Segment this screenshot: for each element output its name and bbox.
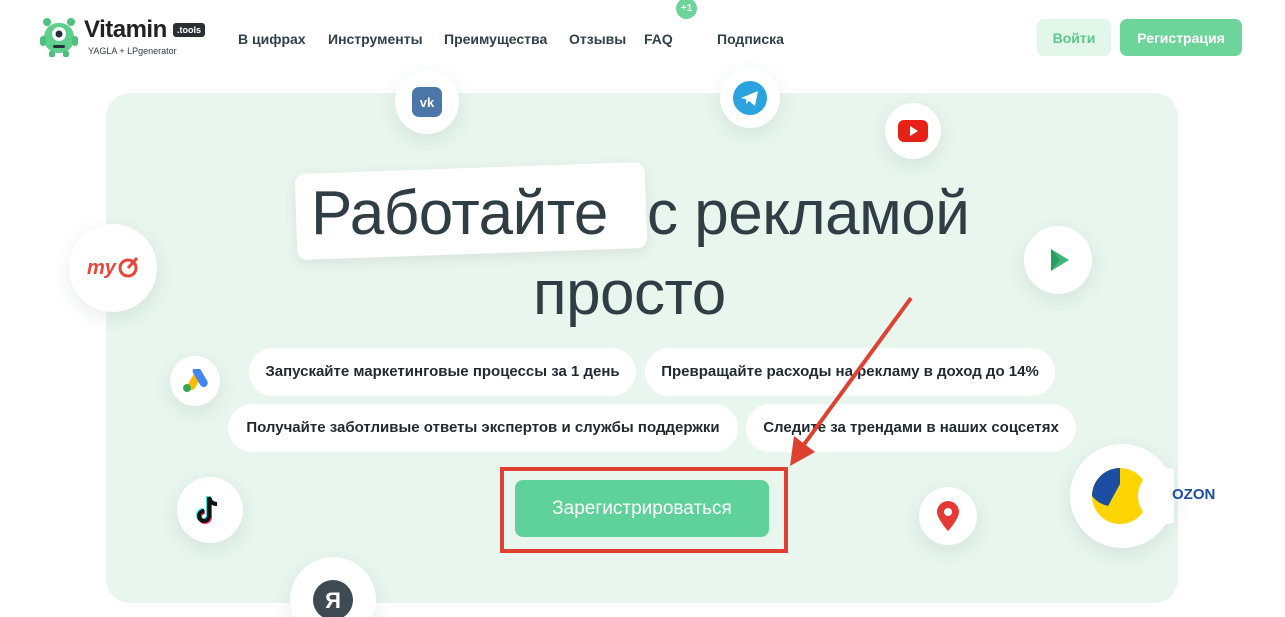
- mascot-icon: [40, 18, 78, 57]
- ozon-bubble[interactable]: OZON: [1070, 444, 1215, 548]
- ozon-icon: [1092, 468, 1174, 524]
- annotation-highlight-box: [500, 467, 788, 553]
- headline-rest: с рекламой: [647, 179, 970, 248]
- youtube-bubble[interactable]: [885, 103, 941, 159]
- maps-bubble[interactable]: [919, 487, 977, 545]
- nav-item-advantages[interactable]: Преимущества: [444, 31, 547, 47]
- headline-highlight: Работайте: [311, 179, 608, 248]
- nav-item-subscription[interactable]: Подписка: [717, 31, 784, 47]
- page: Vitamin .tools YAGLA + LPgenerator В циф…: [0, 0, 1285, 617]
- telegram-icon: [733, 81, 767, 115]
- nav-item-numbers[interactable]: В цифрах: [238, 31, 306, 47]
- logo-subtitle: YAGLA + LPgenerator: [88, 46, 177, 56]
- faq-badge: +1: [676, 0, 697, 19]
- svg-text:my: my: [87, 257, 117, 279]
- logo[interactable]: Vitamin .tools YAGLA + LPgenerator: [40, 14, 210, 60]
- vk-icon: vk: [412, 87, 442, 117]
- nav-item-tools[interactable]: Инструменты: [328, 31, 423, 47]
- logo-badge: .tools: [173, 23, 205, 37]
- nav-item-faq[interactable]: FAQ: [644, 31, 673, 47]
- vk-bubble[interactable]: vk: [395, 70, 459, 134]
- login-button[interactable]: Войти: [1037, 19, 1111, 56]
- telegram-bubble[interactable]: [720, 68, 780, 128]
- youtube-icon: [898, 120, 928, 142]
- register-button[interactable]: Регистрация: [1120, 19, 1242, 56]
- mytarget-bubble[interactable]: my: [69, 224, 157, 312]
- logo-name: Vitamin: [84, 16, 167, 43]
- maps-pin-icon: [937, 501, 959, 531]
- headline-line2: просто: [533, 259, 726, 328]
- google-ads-icon: [183, 369, 208, 392]
- google-ads-bubble[interactable]: [170, 356, 220, 406]
- play-bubble[interactable]: [1024, 226, 1092, 294]
- nav-item-reviews[interactable]: Отзывы: [569, 31, 626, 47]
- ozon-label: OZON: [1172, 486, 1216, 503]
- yandex-icon: Я: [313, 580, 353, 617]
- svg-text:Я: Я: [325, 588, 341, 613]
- play-icon: [1051, 249, 1069, 271]
- feature-pill: Следите за трендами в наших соцсетях: [746, 404, 1076, 452]
- feature-pill: Превращайте расходы на рекламу в доход д…: [645, 348, 1055, 396]
- header: Vitamin .tools YAGLA + LPgenerator В циф…: [0, 0, 1285, 76]
- tiktok-icon: [196, 496, 218, 524]
- mytarget-icon: my: [87, 256, 139, 279]
- svg-text:vk: vk: [420, 95, 435, 110]
- feature-pill: Запускайте маркетинговые процессы за 1 д…: [249, 348, 636, 396]
- tiktok-bubble[interactable]: [177, 477, 243, 543]
- feature-pill: Получайте заботливые ответы экспертов и …: [228, 404, 738, 452]
